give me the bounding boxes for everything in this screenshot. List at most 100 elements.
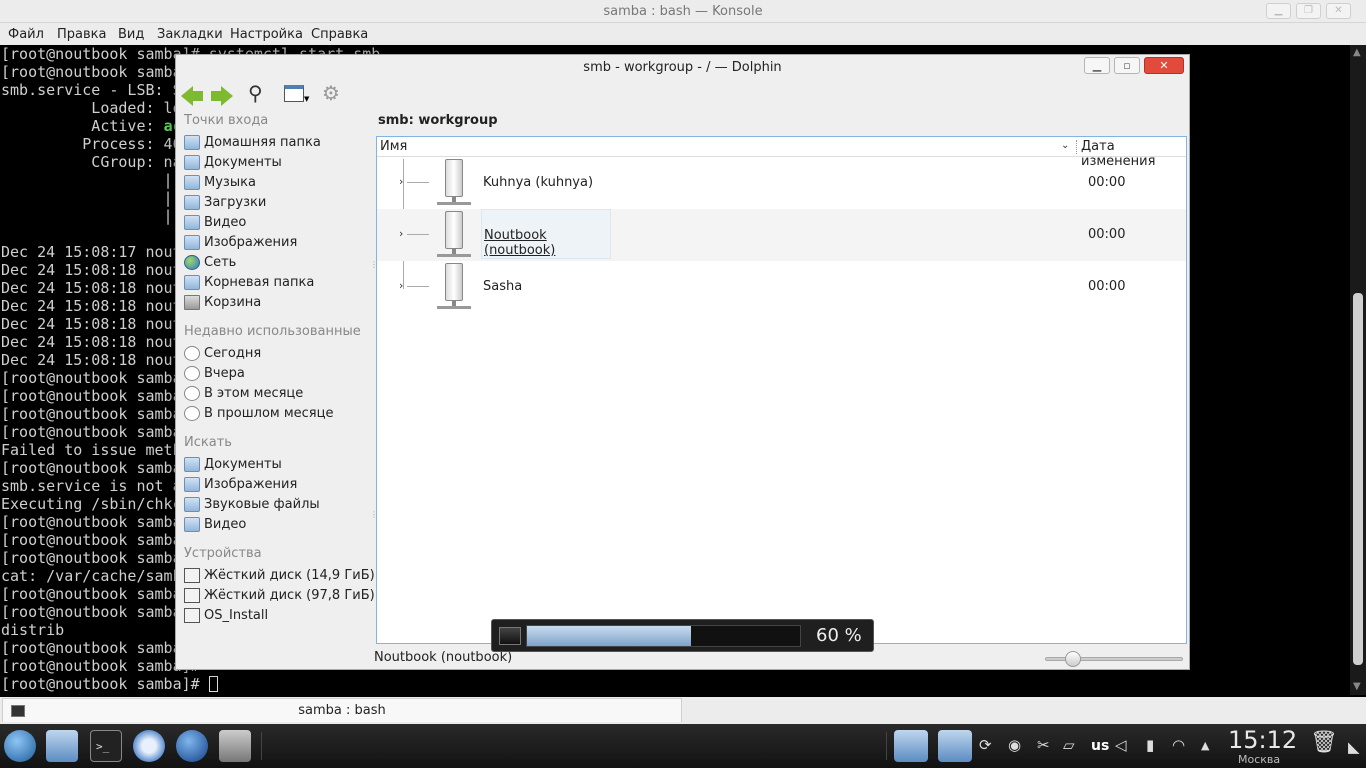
places-item[interactable]: Корневая папка xyxy=(184,273,368,293)
places-item[interactable]: Изображения xyxy=(184,475,368,495)
battery-icon[interactable]: ▮ xyxy=(1146,736,1154,756)
terminal-app-icon[interactable]: >_ xyxy=(90,730,122,762)
terminal-line: [root@noutbook samba]# xyxy=(1,657,200,675)
browser-globe-icon[interactable] xyxy=(176,730,208,762)
scissors-icon[interactable]: ✂ xyxy=(1037,736,1050,756)
expand-chevron-icon[interactable]: › xyxy=(399,279,403,292)
monitor-icon xyxy=(499,627,521,645)
scroll-down-icon[interactable]: ▼ xyxy=(1353,681,1361,692)
places-item-label: Звуковые файлы xyxy=(204,497,320,512)
file-row-name[interactable]: Kuhnya (kuhnya) xyxy=(483,175,593,190)
menu-view[interactable]: Вид xyxy=(118,27,144,42)
clock-time[interactable]: 15:12 xyxy=(1228,726,1297,754)
menu-file[interactable]: Файл xyxy=(8,27,44,42)
documents-folder-icon xyxy=(184,155,200,170)
webcam-icon[interactable]: ◉ xyxy=(1008,736,1021,756)
dolphin-window: smb - workgroup - / — Dolphin ▁ ▫ ✕ ⚲ ▼ … xyxy=(175,54,1190,670)
wifi-icon[interactable]: ◠ xyxy=(1172,736,1185,756)
expand-chevron-icon[interactable]: › xyxy=(399,227,403,240)
dolphin-title: smb - workgroup - / — Dolphin xyxy=(583,60,782,75)
places-item[interactable]: Документы xyxy=(184,153,368,173)
file-view[interactable]: Имя ⌄ Дата изменения › Kuhnya (kuhnya) 00:… xyxy=(376,136,1187,644)
view-mode-icon[interactable]: ▼ xyxy=(284,85,310,109)
places-item[interactable]: Корзина xyxy=(184,293,368,313)
terminal-line: Dec 24 15:08:18 nout xyxy=(1,315,182,333)
places-item[interactable]: Документы xyxy=(184,455,368,475)
places-item[interactable]: Домашняя папка xyxy=(184,133,368,153)
app-launcher-icon[interactable] xyxy=(4,730,36,762)
places-item[interactable]: Музыка xyxy=(184,173,368,193)
terminal-line: | xyxy=(1,189,173,207)
volume-icon[interactable]: ◁ xyxy=(1115,736,1127,756)
system-settings-icon[interactable] xyxy=(219,730,251,762)
terminal-scroll-thumb[interactable] xyxy=(1353,293,1363,665)
clipboard-icon[interactable]: ▱ xyxy=(1063,736,1075,756)
column-separator[interactable] xyxy=(1076,140,1077,154)
panel-splitter[interactable]: ⋮ xyxy=(370,260,378,270)
column-name-header[interactable]: Имя xyxy=(380,139,407,154)
forward-arrow-icon[interactable] xyxy=(209,84,235,108)
keyboard-layout[interactable]: us xyxy=(1091,738,1109,754)
places-item[interactable]: Сегодня xyxy=(184,344,368,364)
places-item[interactable]: Жёсткий диск (97,8 ГиБ) xyxy=(184,586,375,606)
places-item-label: В прошлом месяце xyxy=(204,406,334,421)
file-row-name[interactable]: Noutbook (noutbook) xyxy=(481,209,611,259)
konsole-minimize-button[interactable]: ▁ xyxy=(1266,3,1291,19)
menu-edit[interactable]: Правка xyxy=(57,27,106,42)
file-row-name[interactable]: Sasha xyxy=(483,279,522,294)
places-item[interactable]: Вчера xyxy=(184,364,368,384)
places-item[interactable]: Видео xyxy=(184,213,368,233)
folder-tray-icon[interactable] xyxy=(894,730,928,762)
menu-help[interactable]: Справка xyxy=(311,27,368,42)
file-row[interactable]: › Kuhnya (kuhnya) 00:00 xyxy=(377,157,1186,209)
dolphin-close-button[interactable]: ✕ xyxy=(1144,57,1184,74)
downloads-tray-icon[interactable] xyxy=(938,730,972,762)
expand-chevron-icon[interactable]: › xyxy=(399,175,403,188)
places-item[interactable]: В прошлом месяце xyxy=(184,404,368,424)
tree-line xyxy=(407,286,429,287)
places-section-title: Искать xyxy=(184,435,232,450)
tray-expand-icon[interactable]: ▲ xyxy=(1201,739,1209,759)
konsole-tabbar: samba : bash xyxy=(0,697,1366,724)
places-item[interactable]: Загрузки xyxy=(184,193,368,213)
terminal-scrollbar[interactable]: ▲ ▼ xyxy=(1350,45,1366,695)
places-item-label: Видео xyxy=(204,215,247,230)
konsole-maximize-button[interactable]: ❐ xyxy=(1296,3,1321,19)
zoom-slider-handle[interactable] xyxy=(1065,651,1081,667)
places-item[interactable]: Изображения xyxy=(184,233,368,253)
file-row[interactable]: › Sasha 00:00 xyxy=(377,261,1186,313)
osd-progress-fill xyxy=(527,626,691,646)
dolphin-maximize-button[interactable]: ▫ xyxy=(1114,57,1140,74)
konsole-close-button[interactable]: ✕ xyxy=(1326,3,1351,19)
desktop-corner-icon[interactable]: ◣ xyxy=(1348,738,1360,758)
menu-bookmarks[interactable]: Закладки xyxy=(157,27,223,42)
places-item[interactable]: Видео xyxy=(184,515,368,535)
places-item[interactable]: Звуковые файлы xyxy=(184,495,368,515)
dolphin-titlebar[interactable]: smb - workgroup - / — Dolphin ▁ ▫ ✕ xyxy=(176,55,1189,80)
chromium-browser-icon[interactable] xyxy=(133,730,165,762)
back-arrow-icon[interactable] xyxy=(179,84,205,108)
terminal-line: Process: 40 xyxy=(1,135,182,153)
konsole-tab[interactable]: samba : bash xyxy=(2,698,682,722)
status-bar-text: Noutbook (noutbook) xyxy=(374,650,513,665)
places-item[interactable]: В этом месяце xyxy=(184,384,368,404)
network-server-icon xyxy=(437,159,471,207)
file-row[interactable]: › Noutbook (noutbook) 00:00 xyxy=(377,209,1186,261)
music-folder-icon xyxy=(184,175,200,190)
panel-splitter[interactable]: ⋮ xyxy=(370,510,378,520)
dolphin-minimize-button[interactable]: ▁ xyxy=(1084,57,1110,74)
menu-settings[interactable]: Настройка xyxy=(230,27,303,42)
sort-chevron-icon[interactable]: ⌄ xyxy=(1061,140,1069,151)
settings-gear-icon[interactable]: ⚙ xyxy=(322,81,348,105)
konsole-titlebar[interactable]: samba : bash — Konsole ▁ ❐ ✕ xyxy=(0,0,1366,23)
places-item[interactable]: Жёсткий диск (14,9 ГиБ) xyxy=(184,566,375,586)
trash-bin-icon[interactable]: 🗑 xyxy=(1310,730,1338,755)
scroll-up-icon[interactable]: ▲ xyxy=(1353,47,1361,58)
sync-icon[interactable]: ⟳ xyxy=(979,736,992,756)
search-icon[interactable]: ⚲ xyxy=(248,81,274,105)
terminal-line: [root@noutbook samba xyxy=(1,459,182,477)
places-item[interactable]: OS_Install xyxy=(184,606,368,626)
file-manager-icon[interactable] xyxy=(46,730,78,762)
clock-icon xyxy=(184,346,200,361)
places-item[interactable]: Сеть xyxy=(184,253,368,273)
